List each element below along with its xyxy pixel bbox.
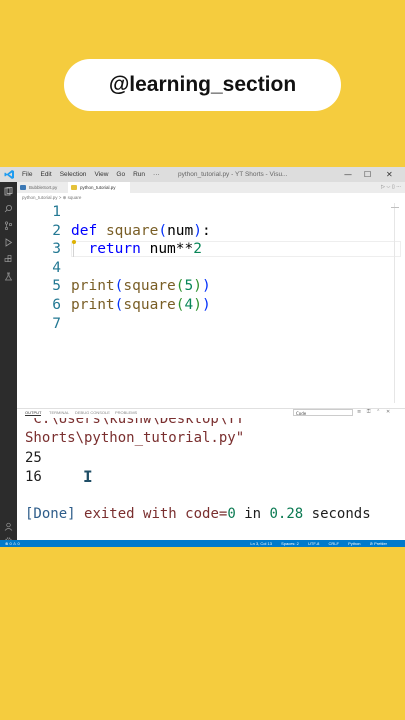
- output-result: 25: [25, 450, 42, 466]
- maximize-icon[interactable]: ☐: [364, 167, 371, 182]
- menu-file[interactable]: File: [22, 171, 32, 178]
- language-mode[interactable]: Python: [348, 541, 360, 546]
- close-icon[interactable]: ✕: [386, 167, 393, 182]
- problems-count[interactable]: ⊗ 0 ⚠ 0: [5, 540, 20, 547]
- tab-output[interactable]: OUTPUT: [25, 410, 42, 416]
- tab-label: BubbleSort.py: [29, 185, 58, 190]
- code-line: print(square(5)): [71, 278, 211, 294]
- line-number: 7: [52, 316, 61, 332]
- menu-bar: File Edit Selection View Go Run ···: [22, 167, 168, 182]
- code-line: print(square(4)): [71, 297, 211, 313]
- line-number: 6: [52, 297, 61, 313]
- source-control-icon[interactable]: [4, 221, 13, 230]
- in-text: in: [244, 506, 262, 522]
- prettier-status[interactable]: ⊘ Prettier: [370, 541, 387, 546]
- elapsed-time: 0.28: [269, 506, 304, 522]
- tab-debug-console[interactable]: DEBUG CONSOLE: [75, 410, 110, 415]
- output-path-line: Shorts\python_tutorial.py": [25, 430, 245, 446]
- menu-view[interactable]: View: [94, 171, 108, 178]
- tab-bubblesort[interactable]: BubbleSort.py: [17, 182, 67, 193]
- title-bar: File Edit Selection View Go Run ··· pyth…: [0, 167, 405, 182]
- output-result: 16: [25, 469, 42, 485]
- vscode-window: File Edit Selection View Go Run ··· pyth…: [0, 167, 405, 547]
- output-done-line: [Done] exited with code=0 in 0.28 second…: [25, 505, 371, 523]
- python-file-icon: [71, 185, 77, 190]
- python-file-icon: [20, 185, 26, 190]
- tab-python-tutorial[interactable]: python_tutorial.py: [68, 182, 130, 193]
- panel-header: OUTPUT TERMINAL DEBUG CONSOLE PROBLEMS C…: [17, 409, 405, 418]
- line-number: 1: [52, 204, 61, 220]
- menu-edit[interactable]: Edit: [40, 171, 51, 178]
- activity-bar: [0, 182, 17, 547]
- line-ending[interactable]: CRLF: [328, 541, 338, 546]
- output-path-line: "C:\Users\kushw\Desktop\YT: [25, 418, 245, 427]
- channel-handle-banner: @learning_section: [64, 59, 341, 111]
- done-label: [Done]: [25, 506, 76, 522]
- editor-tab-bar: BubbleSort.py python_tutorial.py ▷ ⌵ ▯ ·…: [17, 182, 405, 193]
- run-debug-icon[interactable]: [4, 238, 13, 247]
- search-icon[interactable]: [4, 204, 13, 213]
- output-channel-select[interactable]: Code: [293, 409, 353, 416]
- minimap-marker: [391, 207, 399, 208]
- minimize-icon[interactable]: —: [344, 167, 352, 182]
- menu-selection[interactable]: Selection: [60, 171, 87, 178]
- encoding[interactable]: UTF-8: [308, 541, 319, 546]
- output-channel-value: Code: [296, 411, 307, 416]
- cursor-position[interactable]: Ln 3, Col 13: [250, 541, 272, 546]
- tab-label: python_tutorial.py: [80, 185, 116, 190]
- panel-action-icons[interactable]: ≡ ⚿ ⌃ ✕: [357, 409, 392, 415]
- exit-code: 0: [227, 506, 236, 522]
- code-line: return num**2: [88, 241, 202, 257]
- seconds-label: seconds: [311, 506, 371, 522]
- account-icon[interactable]: [4, 522, 13, 531]
- menu-go[interactable]: Go: [116, 171, 125, 178]
- code-line: def square(num):: [71, 223, 211, 239]
- indentation[interactable]: Spaces: 2: [281, 541, 299, 546]
- tab-terminal[interactable]: TERMINAL: [49, 410, 69, 415]
- menu-run[interactable]: Run: [133, 171, 145, 178]
- editor-scrollbar[interactable]: [394, 203, 395, 403]
- text-cursor-ibeam-icon: I: [83, 467, 93, 486]
- vscode-logo-icon: [4, 170, 14, 179]
- status-right: Ln 3, Col 13 Spaces: 2 UTF-8 CRLF Python…: [242, 540, 387, 547]
- tab-problems[interactable]: PROBLEMS: [115, 410, 137, 415]
- output-panel[interactable]: "C:\Users\kushw\Desktop\YT Shorts\python…: [17, 418, 405, 540]
- line-number: 5: [52, 278, 61, 294]
- code-editor[interactable]: 1 2 3 4 5 6 7 def square(num): return nu…: [17, 203, 405, 408]
- line-number: 2: [52, 223, 61, 239]
- channel-handle-text: @learning_section: [108, 73, 297, 96]
- testing-icon[interactable]: [4, 272, 13, 281]
- window-title: python_tutorial.py - YT Shorts - Visu...: [178, 171, 288, 178]
- line-number: 3: [52, 241, 61, 257]
- extensions-icon[interactable]: [4, 255, 13, 264]
- explorer-icon[interactable]: [4, 187, 13, 196]
- status-bar: ⊗ 0 ⚠ 0 Ln 3, Col 13 Spaces: 2 UTF-8 CRL…: [0, 540, 405, 547]
- line-number: 4: [52, 260, 61, 276]
- breadcrumb[interactable]: python_tutorial.py > ⊕ square: [22, 193, 81, 202]
- run-split-icons[interactable]: ▷ ⌵ ▯ ···: [381, 182, 401, 193]
- done-text: exited with code=: [84, 506, 228, 522]
- menu-more[interactable]: ···: [153, 171, 160, 178]
